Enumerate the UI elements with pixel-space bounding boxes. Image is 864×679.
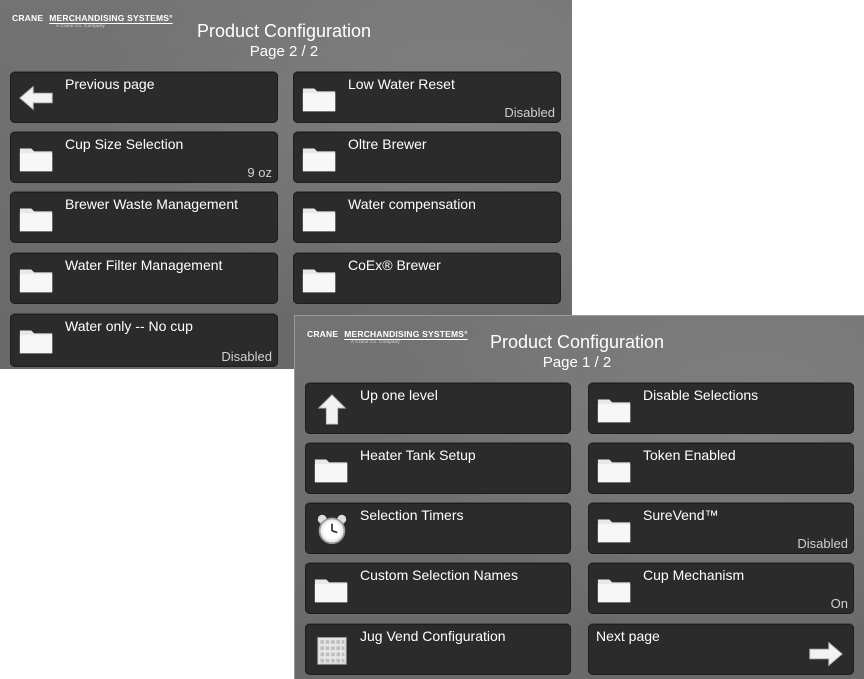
arrow-left-icon [18,82,56,114]
page-title: Product Configuration Page 1 / 2 [437,332,717,372]
folder-icon [18,142,56,174]
jug-grid-icon [313,634,351,666]
coex-brewer-button[interactable]: CoEx® Brewer [293,252,561,304]
arrow-up-icon [313,393,351,425]
heater-tank-setup-button[interactable]: Heater Tank Setup [305,442,571,494]
folder-icon [313,453,351,485]
cup-mechanism-button[interactable]: Cup Mechanism On [588,562,854,614]
folder-icon [596,453,634,485]
previous-page-button[interactable]: Previous page [10,71,278,123]
folder-icon [18,263,56,295]
surevend-button[interactable]: SureVend™ Disabled [588,502,854,554]
alarm-clock-icon [313,513,351,545]
jug-vend-configuration-button[interactable]: Jug Vend Configuration [305,623,571,675]
product-config-page-2-screen: CRANE MERCHANDISING SYSTEMS° A Crane Co. … [0,0,572,369]
up-one-level-button[interactable]: Up one level [305,382,571,434]
disable-selections-button[interactable]: Disable Selections [588,382,854,434]
folder-icon [301,263,339,295]
water-filter-management-button[interactable]: Water Filter Management [10,252,278,304]
folder-icon [596,393,634,425]
product-config-page-1-screen: CRANE MERCHANDISING SYSTEMS° A Crane Co. … [294,315,864,679]
arrow-right-icon [806,638,844,670]
folder-icon [596,573,634,605]
folder-icon [301,202,339,234]
page-title: Product Configuration Page 2 / 2 [144,21,424,61]
next-page-button[interactable]: Next page [588,623,854,675]
oltre-brewer-button[interactable]: Oltre Brewer [293,131,561,183]
water-only-no-cup-button[interactable]: Water only -- No cup Disabled [10,313,278,367]
brewer-waste-management-button[interactable]: Brewer Waste Management [10,191,278,243]
page-indicator: Page 1 / 2 [542,354,612,371]
folder-icon [596,513,634,545]
cup-size-selection-button[interactable]: Cup Size Selection 9 oz [10,131,278,183]
folder-icon [301,142,339,174]
folder-icon [313,573,351,605]
water-compensation-button[interactable]: Water compensation [293,191,561,243]
selection-timers-button[interactable]: Selection Timers [305,502,571,554]
token-enabled-button[interactable]: Token Enabled [588,442,854,494]
folder-icon [18,324,56,356]
folder-icon [18,202,56,234]
low-water-reset-button[interactable]: Low Water Reset Disabled [293,71,561,123]
folder-icon [301,82,339,114]
custom-selection-names-button[interactable]: Custom Selection Names [305,562,571,614]
page-indicator: Page 2 / 2 [249,43,319,60]
